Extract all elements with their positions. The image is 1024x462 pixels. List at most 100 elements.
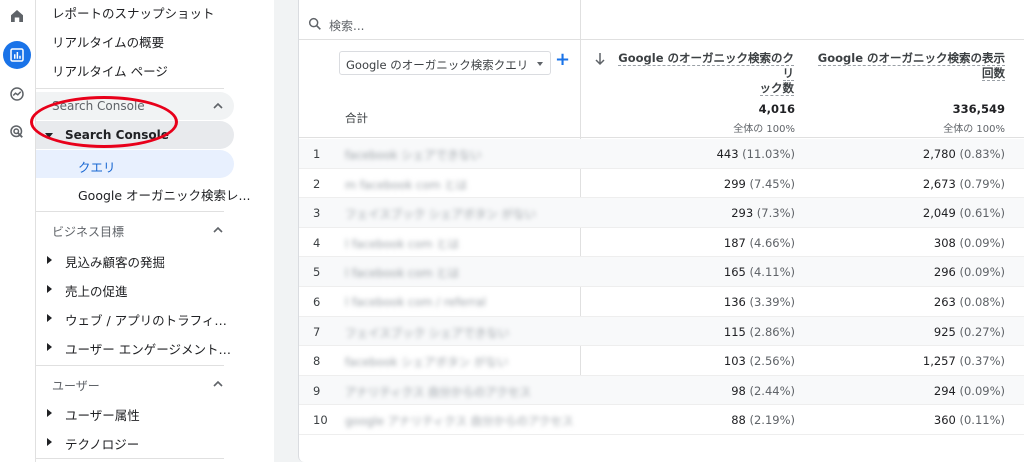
impressions-cell: 925 (0.27%) xyxy=(934,325,1005,339)
divider xyxy=(36,458,224,459)
clicks-pct: (2.44%) xyxy=(749,383,795,398)
expand-triangle-icon xyxy=(47,409,52,417)
table-row[interactable]: 10 google アナリティクス 自分からのアクセス 88 (2.19%) 360 … xyxy=(299,405,1024,435)
divider xyxy=(36,88,224,89)
query-cell[interactable]: フェイスブック シェアボタン がない xyxy=(345,206,573,222)
query-cell[interactable]: m facebook com とは xyxy=(345,177,573,193)
add-dimension-button[interactable]: + xyxy=(555,49,570,70)
nav-item-user-attributes[interactable]: ユーザー属性 xyxy=(36,399,234,427)
section-business-objectives[interactable]: ビジネス目標 xyxy=(36,216,234,244)
explore-icon[interactable] xyxy=(3,80,31,108)
impressions-value: 2,780 xyxy=(922,147,956,161)
dropdown-caret-icon xyxy=(537,62,543,66)
query-cell[interactable]: アナリティクス 自分からのアクセス xyxy=(345,384,573,400)
query-cell[interactable]: facebook シェアボタン がない xyxy=(345,354,573,370)
nav-item-web-app-traffic[interactable]: ウェブ / アプリのトラフィック... xyxy=(36,304,234,332)
table-row[interactable]: 4 l facebook com とは 187 (4.66%) 308 (0.09%) xyxy=(299,228,1024,258)
row-index: 1 xyxy=(313,147,321,161)
impressions-pct: (0.08%) xyxy=(959,295,1005,309)
impressions-pct: (0.37%) xyxy=(959,354,1005,369)
impressions-value: 925 xyxy=(933,324,956,339)
clicks-pct: (3.39%) xyxy=(749,295,795,309)
row-index: 5 xyxy=(313,265,321,280)
row-index: 7 xyxy=(313,324,321,339)
total-clicks-pct: 全体の 100% xyxy=(733,124,795,135)
nav-item-drive-sales[interactable]: 売上の促進 xyxy=(36,275,234,303)
nav-item-label: ユーザー属性 xyxy=(65,408,140,423)
clicks-cell: 443 (11.03%) xyxy=(717,147,795,161)
nav-item-report-snapshot[interactable]: レポートのスナップショット xyxy=(52,3,215,22)
impressions-pct: (0.09%) xyxy=(959,265,1005,280)
advertising-icon[interactable] xyxy=(3,118,31,146)
clicks-value: 136 xyxy=(723,295,746,309)
query-cell[interactable]: l facebook com とは xyxy=(345,236,573,252)
clicks-value: 165 xyxy=(723,265,746,280)
dimension-select[interactable]: Google のオーガニック検索クエリ xyxy=(339,51,551,75)
section-search-console[interactable]: Search Console xyxy=(36,92,234,120)
nav-item-realtime-overview[interactable]: リアルタイムの概要 xyxy=(52,32,164,51)
query-cell[interactable]: facebook シェアできない xyxy=(345,147,573,163)
query-cell[interactable]: フェイスブック シェアできない xyxy=(345,325,573,341)
nav-item-user-engagement[interactable]: ユーザー エンゲージメントと... xyxy=(36,333,234,361)
clicks-cell: 293 (7.3%) xyxy=(731,206,795,220)
clicks-pct: (7.45%) xyxy=(749,176,795,191)
clicks-value: 299 xyxy=(723,176,746,191)
clicks-cell: 98 (2.44%) xyxy=(731,384,795,398)
section-label: ビジネス目標 xyxy=(52,225,125,239)
impressions-pct: (0.09%) xyxy=(959,235,1005,250)
impressions-value: 1,257 xyxy=(922,354,956,369)
home-icon[interactable] xyxy=(3,2,31,30)
clicks-cell: 299 (7.45%) xyxy=(724,177,795,191)
table-row[interactable]: 6 l facebook com / referral 136 (3.39%) 263… xyxy=(299,287,1024,317)
nav-item-realtime-pages[interactable]: リアルタイム ページ xyxy=(52,61,168,80)
search-icon xyxy=(308,17,321,30)
clicks-pct: (2.19%) xyxy=(749,413,795,428)
nav-item-organic-search-report[interactable]: Google オーガニック検索レ... xyxy=(78,185,250,204)
clicks-pct: (11.03%) xyxy=(742,147,795,161)
section-user[interactable]: ユーザー xyxy=(36,370,234,398)
reports-icon[interactable] xyxy=(3,41,31,69)
clicks-cell: 187 (4.66%) xyxy=(724,236,795,250)
table-row[interactable]: 9 アナリティクス 自分からのアクセス 98 (2.44%) 294 (0.09%) xyxy=(299,375,1024,406)
clicks-cell: 88 (2.19%) xyxy=(731,413,795,427)
row-index: 2 xyxy=(313,176,321,191)
query-cell[interactable]: l facebook com / referral xyxy=(345,295,573,309)
impressions-pct: (0.09%) xyxy=(959,383,1005,398)
expand-triangle-icon xyxy=(45,133,53,138)
section-label: ユーザー xyxy=(52,379,100,393)
table-header: Google のオーガニック検索クエリ + Google のオーガニック検索のク… xyxy=(299,41,1024,138)
column-header-text: Google のオーガニック検索の表示 xyxy=(817,51,1005,66)
clicks-value: 187 xyxy=(723,235,746,250)
impressions-cell: 2,673 (0.79%) xyxy=(923,177,1005,191)
nav-item-label: 見込み顧客の発掘 xyxy=(65,255,166,270)
row-index: 3 xyxy=(313,206,321,221)
table-row[interactable]: 8 facebook シェアボタン がない 103 (2.56%) 1,257 (0.… xyxy=(299,346,1024,376)
nav-item-queries[interactable]: クエリ xyxy=(36,150,234,178)
query-cell[interactable]: google アナリティクス 自分からのアクセス xyxy=(345,413,573,429)
row-index: 8 xyxy=(313,354,321,369)
column-header-clicks[interactable]: Google のオーガニック検索のクリ ック数 xyxy=(614,51,794,96)
table-row[interactable]: 1 facebook シェアできない 443 (11.03%) 2,780 (0.83… xyxy=(299,139,1024,169)
table-row[interactable]: 3 フェイスブック シェアボタン がない 293 (7.3%) 2,049 (0.61… xyxy=(299,198,1024,228)
column-header-impressions[interactable]: Google のオーガニック検索の表示 回数 xyxy=(815,51,1005,81)
table-row[interactable]: 5 l facebook com とは 165 (4.11%) 296 (0.09%) xyxy=(299,257,1024,287)
table-search[interactable]: 検索... xyxy=(299,10,1024,40)
impressions-cell: 294 (0.09%) xyxy=(934,384,1005,398)
total-impressions-pct: 全体の 100% xyxy=(943,124,1005,135)
clicks-pct: (7.3%) xyxy=(756,206,795,221)
sort-down-arrow-icon[interactable] xyxy=(594,52,606,66)
expand-triangle-icon xyxy=(47,314,52,322)
clicks-pct: (4.11%) xyxy=(749,265,795,280)
total-impressions: 336,549 xyxy=(952,102,1005,116)
column-header-text: 回数 xyxy=(982,66,1005,81)
nav-item-lead-generation[interactable]: 見込み顧客の発掘 xyxy=(36,246,234,274)
table-row[interactable]: 7 フェイスブック シェアできない 115 (2.86%) 925 (0.27%) xyxy=(299,316,1024,347)
impressions-cell: 308 (0.09%) xyxy=(934,236,1005,250)
table-row[interactable]: 2 m facebook com とは 299 (7.45%) 2,673 (0.79… xyxy=(299,169,1024,199)
query-cell[interactable]: l facebook com とは xyxy=(345,265,573,281)
expand-triangle-icon xyxy=(47,285,52,293)
impressions-pct: (0.61%) xyxy=(959,206,1005,221)
impressions-pct: (0.83%) xyxy=(959,147,1005,161)
collection-search-console[interactable]: Search Console xyxy=(36,121,234,149)
nav-item-technology[interactable]: テクノロジー xyxy=(36,428,234,456)
